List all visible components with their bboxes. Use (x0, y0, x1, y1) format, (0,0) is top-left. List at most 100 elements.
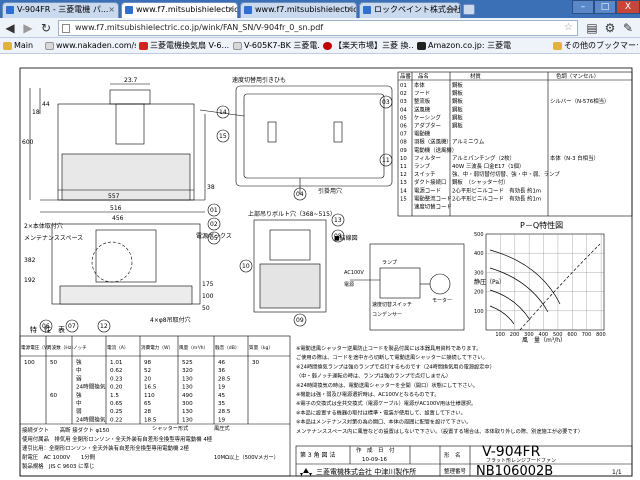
spec-cell: 50 (50, 360, 58, 366)
spec-rows: 100 50 強 1.01 98 525 46 30 中 0.62 52 320 36 弱 0.23 20 13… (24, 358, 260, 423)
spec-cell: 100 (24, 360, 35, 366)
parts-cell: フード (414, 90, 430, 97)
spec-title: 特 性 表 (30, 325, 65, 334)
parts-cell: 03 (400, 99, 407, 105)
spec-cell: 1.5 (110, 393, 119, 399)
address-bar[interactable]: www.f7.mitsubishielectric.co.jp/wink/FAN… (58, 20, 578, 36)
tab-close-icon[interactable]: × (108, 3, 115, 17)
bookmark-nakaden[interactable]: www.nakaden.com/sh... (44, 39, 136, 53)
spec-cell: 65 (144, 401, 152, 407)
tools-icon[interactable]: ✎ (620, 20, 636, 36)
new-tab-button[interactable] (463, 4, 475, 15)
parts-cell: 送風機 (414, 105, 431, 113)
close-window-button[interactable]: X (616, 0, 640, 14)
spec-cell: 0.23 (110, 376, 123, 382)
parts-cell: 10 (400, 156, 407, 162)
reload-icon[interactable]: ↻ (38, 20, 54, 36)
svg-text:13: 13 (334, 217, 342, 224)
page-icon (45, 42, 54, 50)
spec-cell: 中 (76, 366, 82, 374)
parts-cell: アルミパンチング（2枚） (452, 154, 515, 162)
dim-600: 600 (22, 139, 34, 146)
spec-footer-row: 使用付属品 排気用 全閉形ロンソン・全天外装有自差形全換型専用電動機 4極 (22, 435, 213, 443)
tab-close-icon[interactable]: × (346, 3, 353, 17)
parts-cell: アダプター (414, 122, 441, 130)
wrench-icon[interactable]: ⚙ (602, 20, 618, 36)
dim-top: 23.7 (124, 77, 138, 84)
dim-100: 100 (202, 293, 214, 300)
svg-text:04: 04 (296, 191, 304, 198)
pq-xtick: 400 (539, 332, 549, 338)
parts-cell: 鋼板 (452, 113, 463, 121)
bookmark-other[interactable]: その他のブックマーク (552, 39, 638, 53)
bookmark-rakuten[interactable]: 【楽天市場】三菱 換... (322, 39, 414, 53)
page-favicon-icon (6, 6, 14, 14)
tab-4[interactable]: ロックペイント株式会社～製... × (359, 2, 461, 18)
bookmark-main[interactable]: Main (2, 39, 42, 53)
spec-header: 周波数（Hz） (47, 344, 76, 351)
spec-cell: 16.5 (144, 385, 157, 391)
dim-192: 192 (24, 277, 36, 284)
tab-3[interactable]: www.f7.mitsubishielectric.co... × (240, 2, 357, 18)
parts-cell: 06 (400, 124, 407, 130)
parts-cell: 05 (400, 115, 407, 121)
spec-cell: 強 (76, 358, 82, 366)
page-menu-icon[interactable]: ▤ (584, 20, 600, 36)
folder-icon (553, 42, 562, 50)
parts-cell: 速度切替コード (414, 203, 452, 211)
note-line: ※24時間換気ランプは強のランプで点灯するものです（24時間換気用の電源設定中） (296, 362, 495, 370)
tab-label: ロックペイント株式会社～製... (374, 5, 460, 14)
spec-cell: 中 (76, 399, 82, 407)
spec-cell: 30 (252, 360, 260, 366)
maximize-button[interactable]: □ (594, 0, 616, 14)
dim-left2: 44 (42, 101, 50, 108)
pq-curves (489, 243, 601, 331)
parts-cell: 電動機（送風機） (414, 146, 457, 154)
minimize-button[interactable]: – (572, 0, 594, 14)
svg-text:14: 14 (219, 109, 227, 116)
page-favicon-icon (244, 6, 252, 14)
wiring-label: AC100V (344, 270, 364, 276)
dim-557: 557 (108, 193, 120, 200)
url-text: www.f7.mitsubishielectric.co.jp/wink/FAN… (75, 23, 324, 32)
wiring-title: ■結線図 (334, 234, 358, 242)
page-icon (233, 42, 242, 50)
holes-label: 4×φ8吊取付穴 (150, 316, 191, 324)
tab-1[interactable]: V-904FR - 三菱電機 パ... × (2, 2, 119, 18)
bookmark-v605[interactable]: V-605K7-BK 三菱電... (232, 39, 320, 53)
parts-cell: 08 (400, 140, 407, 146)
bookmark-star-icon[interactable]: ☆ (564, 21, 573, 35)
spec-cell: 強 (76, 391, 82, 399)
spec-cell: 130 (182, 376, 193, 382)
tab-close-icon[interactable]: × (450, 3, 457, 17)
wiring-label: 電源 (344, 281, 354, 288)
product-name: フラット形レンジフードファン (486, 457, 556, 464)
parts-cell: 04 (400, 107, 407, 113)
tab-close-icon[interactable]: × (227, 3, 234, 17)
bookmark-mitsubishi-fan[interactable]: 三菱電機換気扇 V-6... (138, 39, 230, 53)
spec-headers: 電源電圧（V）周波数（Hz）ノッチ 電流（A） 消費電力（W） 風量（m³/h） 騒音（… (21, 344, 273, 351)
spec-footer-row: 接続ダクト 高断 接ダクト φ150 (22, 426, 110, 434)
bookmark-amazon[interactable]: Amazon.co.jp: 三菱電... (416, 39, 512, 53)
forward-arrow-icon[interactable]: ▶ (20, 20, 36, 36)
spec-cell: 20 (144, 376, 152, 382)
hook-hole-label: 引掛用穴 (318, 187, 342, 195)
tab-2[interactable]: www.f7.mitsubishielectric.co... × (121, 2, 238, 18)
spec-cell: 0.22 (110, 417, 122, 423)
mitsubishi-logo-icon (139, 42, 148, 50)
spec-cell: 300 (182, 401, 193, 407)
spec-cell: 98 (144, 360, 152, 366)
spec-cell: 525 (182, 360, 193, 366)
folder-icon (3, 42, 12, 50)
dim-175: 175 (202, 281, 214, 288)
back-arrow-icon[interactable]: ◀ (2, 20, 18, 36)
page-number: 1/1 (612, 469, 622, 476)
spec-cell: 28.5 (218, 409, 231, 415)
parts-cell: 2心平形ビニルコード 有効長 約1m (452, 186, 541, 194)
spec-cell: 490 (182, 393, 193, 399)
parts-cell: ランプ (414, 163, 431, 170)
parts-cell: 鋼板 (452, 89, 463, 97)
bookmarks-bar: Main www.nakaden.com/sh... 三菱電機換気扇 V-6..… (0, 38, 640, 54)
spec-cell: 110 (144, 393, 155, 399)
pq-ytick: 200 (474, 290, 484, 296)
